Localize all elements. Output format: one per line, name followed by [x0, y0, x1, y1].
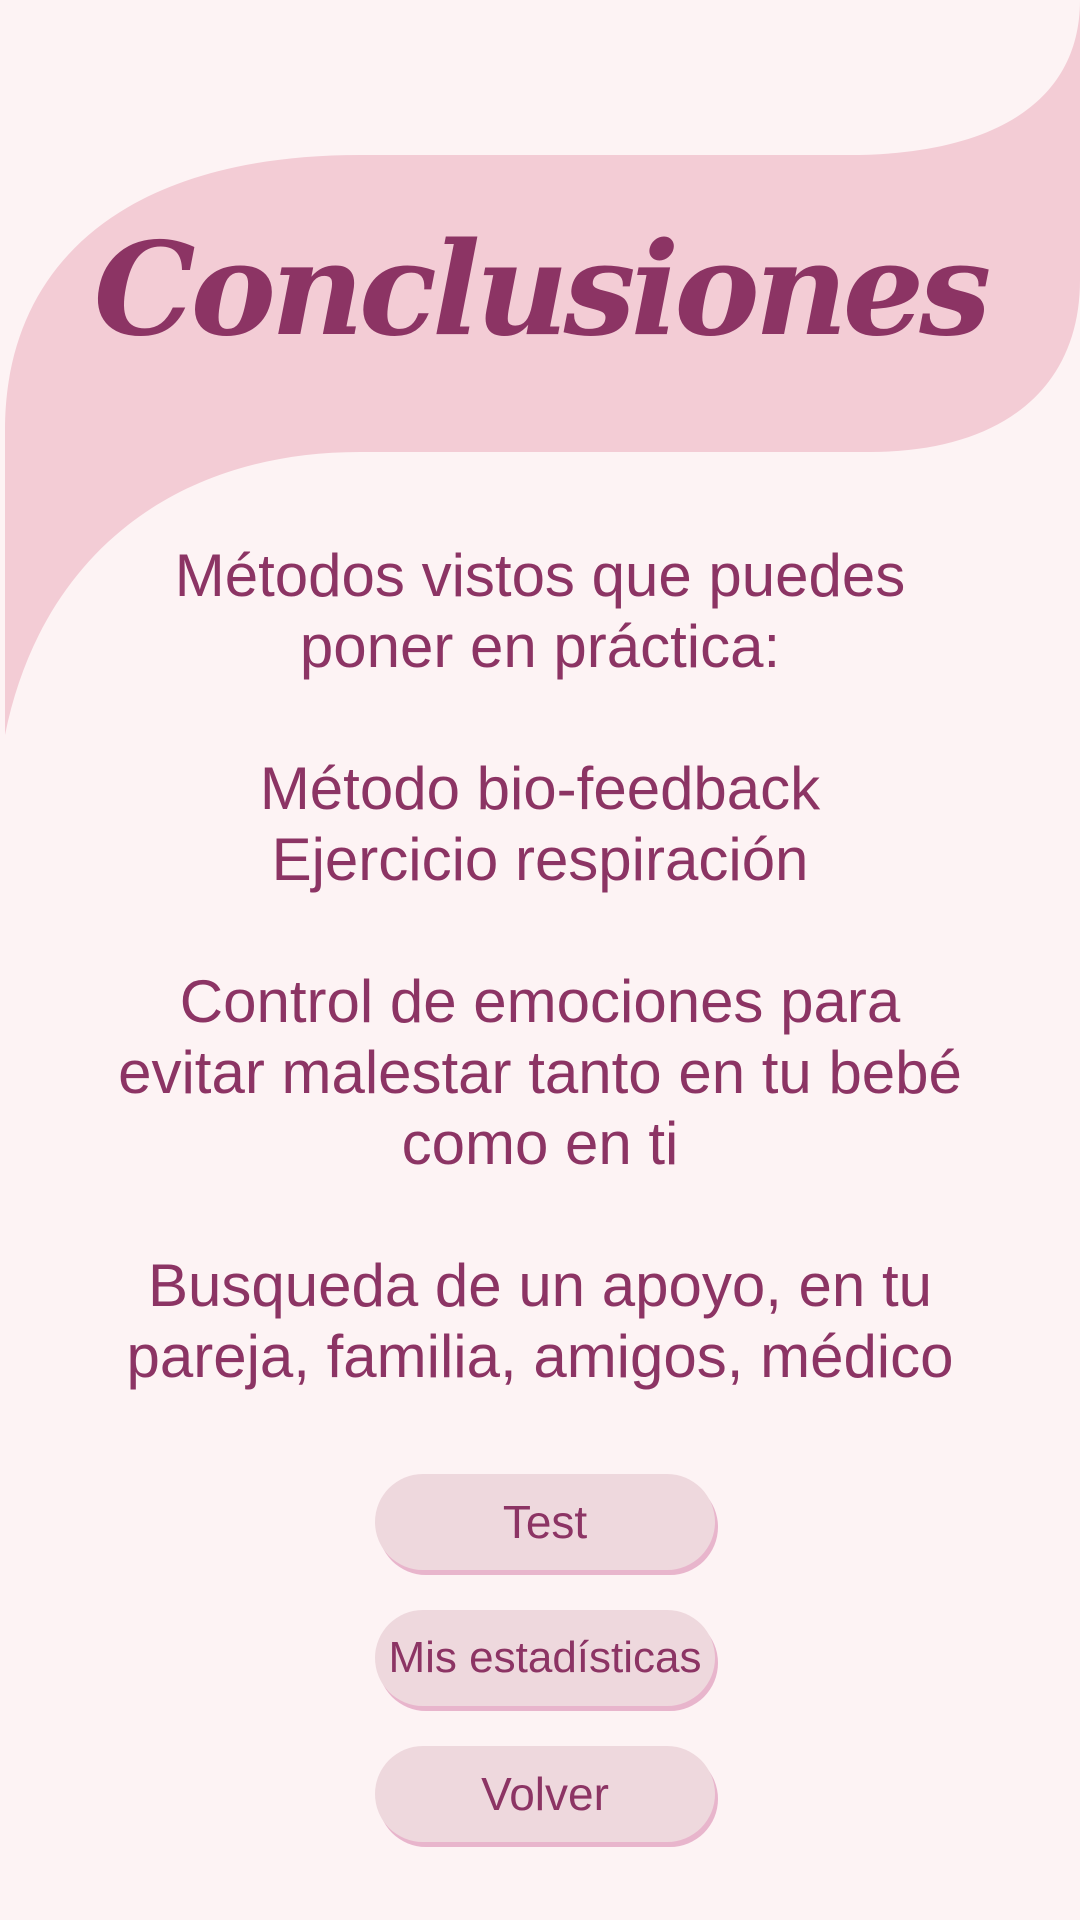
- support-text: Busqueda de un apoyo, en tu pareja, fami…: [60, 1250, 1020, 1392]
- intro-text: Métodos vistos que puedes poner en práct…: [60, 540, 1020, 682]
- page-title: Conclusiones: [93, 215, 992, 365]
- methods-list: Método bio-feedback Ejercicio respiració…: [60, 753, 1020, 895]
- emotions-line: como en ti: [401, 1110, 679, 1177]
- my-statistics-button[interactable]: Mis estadísticas: [375, 1610, 715, 1706]
- emotions-line: evitar malestar tanto en tu bebé: [118, 1039, 962, 1106]
- support-line: pareja, familia, amigos, médico: [126, 1323, 954, 1390]
- test-button[interactable]: Test: [375, 1474, 715, 1570]
- intro-line: Métodos vistos que puedes: [174, 542, 906, 609]
- emotions-line: Control de emociones para: [179, 968, 901, 1035]
- back-button[interactable]: Volver: [375, 1746, 715, 1842]
- conclusions-content: Métodos vistos que puedes poner en práct…: [60, 540, 1020, 1392]
- method-item: Método bio-feedback: [259, 755, 821, 822]
- emotions-text: Control de emociones para evitar malesta…: [60, 966, 1020, 1179]
- intro-line: poner en práctica:: [299, 613, 781, 680]
- support-line: Busqueda de un apoyo, en tu: [148, 1252, 932, 1319]
- method-item: Ejercicio respiración: [271, 826, 809, 893]
